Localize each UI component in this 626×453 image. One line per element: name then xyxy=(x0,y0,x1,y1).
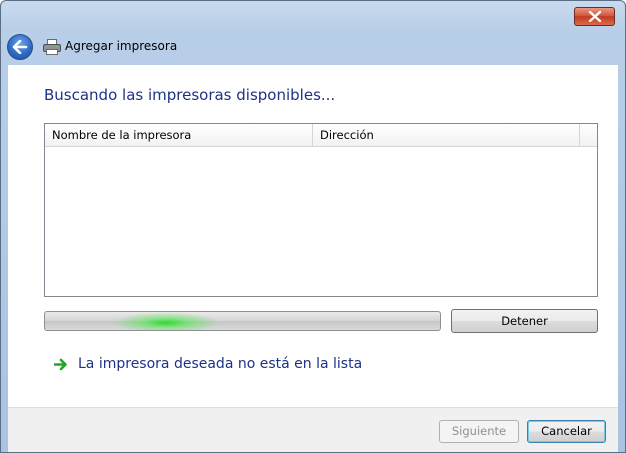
cancel-button[interactable]: Cancelar xyxy=(527,420,606,443)
back-arrow-icon xyxy=(12,40,28,54)
printer-not-listed-link[interactable]: La impresora deseada no está en la lista xyxy=(54,354,362,374)
printer-icon xyxy=(43,39,61,55)
printer-not-listed-text[interactable]: La impresora deseada no está en la lista xyxy=(78,354,362,374)
stop-button[interactable]: Detener xyxy=(451,309,598,333)
next-button[interactable]: Siguiente xyxy=(439,420,519,443)
close-button[interactable] xyxy=(574,7,615,26)
green-arrow-icon xyxy=(54,357,68,371)
title-bar xyxy=(1,1,625,29)
column-header-printer-name[interactable]: Nombre de la impresora xyxy=(45,124,313,146)
dialog-window: Agregar impresora Buscando las impresora… xyxy=(0,0,626,453)
column-header-address[interactable]: Dirección xyxy=(313,124,580,146)
list-body xyxy=(45,147,597,296)
navigation-bar: Agregar impresora xyxy=(1,29,625,65)
back-button[interactable] xyxy=(7,34,33,60)
list-header: Nombre de la impresora Dirección xyxy=(45,124,597,147)
printer-list[interactable]: Nombre de la impresora Dirección xyxy=(44,123,598,297)
progress-indicator-glow xyxy=(111,312,221,330)
button-footer: Siguiente Cancelar xyxy=(8,407,618,452)
page-heading: Buscando las impresoras disponibles... xyxy=(44,86,336,104)
content-area: Buscando las impresoras disponibles... N… xyxy=(8,65,618,407)
search-progress-bar xyxy=(44,311,441,331)
close-icon xyxy=(588,11,601,22)
column-header-filler xyxy=(580,124,597,146)
wizard-title: Agregar impresora xyxy=(65,39,178,53)
